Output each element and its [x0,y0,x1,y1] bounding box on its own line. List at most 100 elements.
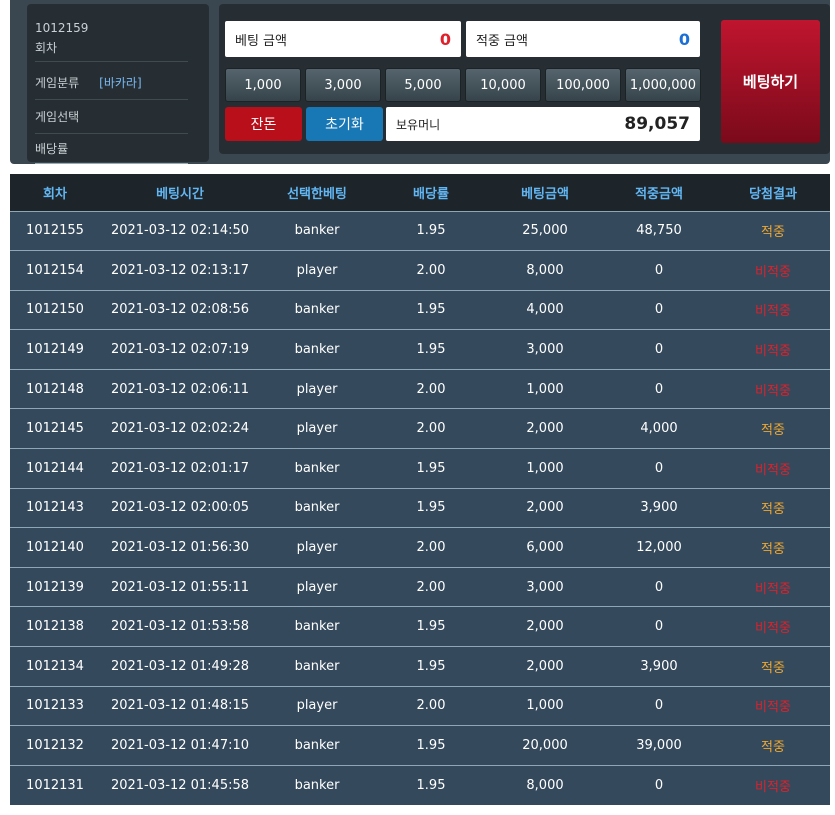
bet-time-cell: 2021-03-12 01:49:28 [110,658,250,674]
game-select-label: 게임선택 [35,110,80,124]
bet-time-cell: 2021-03-12 02:14:50 [110,223,250,239]
round-cell: 1012144 [26,460,84,476]
selection-cell: banker [294,777,340,793]
bet-amount-value: 0 [439,29,451,49]
result-cell: 비적중 [755,621,791,637]
bet-amount-cell: 25,000 [522,223,568,239]
bet-amount-cell: 8,000 [526,262,564,278]
bet-amount-cell: 20,000 [522,738,568,754]
bet-time-cell: 2021-03-12 01:53:58 [110,619,250,635]
result-cell: 적중 [761,225,785,241]
round-cell: 1012134 [26,658,84,674]
col-bet-time-header: 베팅시간 [156,186,204,202]
hit-amount-cell: 0 [654,460,664,476]
table-body: 1012155 2021-03-12 02:14:50 banker 1.95 25,0… [10,211,830,805]
odds-cell: 1.95 [416,302,446,318]
hit-amount-cell: 12,000 [636,540,682,556]
chip-1000-button[interactable]: 1,000 [225,68,301,102]
odds-cell: 1.95 [416,738,446,754]
chip-100000-button[interactable]: 100,000 [545,68,621,102]
result-cell: 비적중 [755,383,791,399]
table-row: 1012138 2021-03-12 01:53:58 banker 1.95 2,00… [10,606,830,647]
table-row: 1012131 2021-03-12 01:45:58 banker 1.95 8,00… [10,765,830,805]
round-cell: 1012150 [26,302,84,318]
selection-cell: player [296,421,338,437]
selection-cell: banker [294,658,340,674]
bet-amount-cell: 2,000 [526,658,564,674]
place-bet-button[interactable]: 베팅하기 [721,20,820,143]
game-select-row: 게임선택 [35,100,188,134]
col-selection-header: 선택한베팅 [287,186,347,202]
hit-amount-cell: 0 [654,262,664,278]
col-round-header: 회차 [43,186,67,202]
reset-button[interactable]: 초기화 [306,107,383,141]
bet-time-cell: 2021-03-12 02:13:17 [110,262,250,278]
result-cell: 비적중 [755,264,791,280]
bet-time-cell: 2021-03-12 01:56:30 [110,540,250,556]
selection-cell: player [296,381,338,397]
odds-cell: 1.95 [416,658,446,674]
result-cell: 비적중 [755,779,791,795]
bet-amount-cell: 2,000 [526,421,564,437]
selection-cell: player [296,579,338,595]
bet-time-cell: 2021-03-12 02:08:56 [110,302,250,318]
bet-amount-cell: 1,000 [526,460,564,476]
bet-amount-cell: 8,000 [526,777,564,793]
hit-amount-cell: 0 [654,579,664,595]
category-value[interactable]: [바카라] [99,76,141,90]
round-cell: 1012131 [26,777,84,793]
table-row: 1012140 2021-03-12 01:56:30 player 2.00 6,00… [10,527,830,568]
odds-row: 배당률 [35,134,188,164]
round-cell: 1012149 [26,342,84,358]
hit-amount-cell: 39,000 [636,738,682,754]
round-cell: 1012138 [26,619,84,635]
bet-panel: 1012159 회차 게임분류 [바카라] 게임선택 배당률 베팅 금액 0 적중… [10,0,830,164]
result-cell: 비적중 [755,462,791,478]
round-cell: 1012139 [26,579,84,595]
result-cell: 적중 [761,740,785,756]
round-cell: 1012143 [26,500,84,516]
odds-cell: 1.95 [416,223,446,239]
table-row: 1012133 2021-03-12 01:48:15 player 2.00 1,00… [10,686,830,726]
odds-cell: 1.95 [416,777,446,793]
round-number: 1012159 [35,21,89,35]
table-row: 1012149 2021-03-12 02:07:19 banker 1.95 3,00… [10,329,830,370]
chip-5000-button[interactable]: 5,000 [385,68,461,102]
hit-amount-cell: 0 [654,777,664,793]
table-row: 1012132 2021-03-12 01:47:10 banker 1.95 20,0… [10,725,830,766]
bet-controls: 베팅 금액 0 적중 금액 0 1,000 3,000 5,000 10,000… [219,4,830,154]
chip-10000-button[interactable]: 10,000 [465,68,541,102]
bet-time-cell: 2021-03-12 02:00:05 [110,500,250,516]
selection-cell: player [296,540,338,556]
round-label: 회차 [35,41,58,55]
round-cell: 1012132 [26,738,84,754]
hit-amount-cell: 3,900 [640,658,678,674]
round-cell: 1012154 [26,262,84,278]
table-row: 1012145 2021-03-12 02:02:24 player 2.00 2,00… [10,408,830,449]
chip-3000-button[interactable]: 3,000 [305,68,381,102]
chip-1000000-button[interactable]: 1,000,000 [625,68,701,102]
table-header-row: 회차 베팅시간 선택한베팅 배당률 베팅금액 적중금액 당첨결과 [10,174,830,211]
odds-cell: 1.95 [416,460,446,476]
category-row: 게임분류 [바카라] [35,66,188,100]
bet-amount-cell: 4,000 [526,302,564,318]
table-row: 1012139 2021-03-12 01:55:11 player 2.00 3,00… [10,567,830,607]
odds-cell: 2.00 [416,381,446,397]
bet-amount-cell: 1,000 [526,698,564,714]
selection-cell: banker [294,738,340,754]
result-cell: 비적중 [755,581,791,597]
selection-cell: player [296,698,338,714]
table-row: 1012143 2021-03-12 02:00:05 banker 1.95 2,00… [10,488,830,528]
bet-amount-cell: 1,000 [526,381,564,397]
result-cell: 비적중 [755,344,791,360]
bet-time-cell: 2021-03-12 02:06:11 [110,381,250,397]
table-row: 1012155 2021-03-12 02:14:50 banker 1.95 25,0… [10,211,830,251]
odds-cell: 1.95 [416,342,446,358]
hit-amount-cell: 0 [654,619,664,635]
table-row: 1012144 2021-03-12 02:01:17 banker 1.95 1,00… [10,448,830,489]
bet-time-cell: 2021-03-12 02:01:17 [110,460,250,476]
hit-amount-value: 0 [678,29,690,49]
odds-cell: 2.00 [416,262,446,278]
hit-amount-cell: 0 [654,381,664,397]
change-button[interactable]: 잔돈 [225,107,302,141]
